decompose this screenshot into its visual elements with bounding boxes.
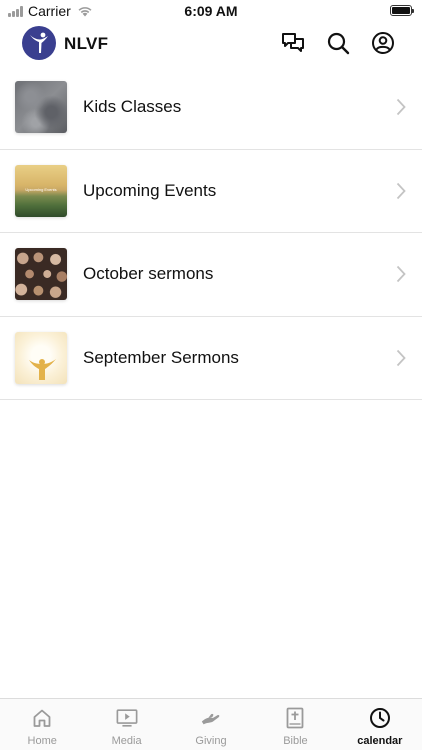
tab-home[interactable]: Home [0,699,84,750]
chevron-right-icon [396,265,406,283]
october-sermons-thumbnail [15,248,67,300]
app-header: NLVF [0,22,422,66]
list-item-label: October sermons [83,264,214,283]
chat-button[interactable] [280,30,306,56]
tab-giving[interactable]: Giving [169,699,253,750]
clock-icon [369,707,391,729]
chat-icon [282,33,304,52]
app-title: NLVF [64,34,109,53]
tab-bible[interactable]: Bible [253,699,337,750]
bible-icon [284,707,306,729]
list-item[interactable]: Kids Classes [0,66,422,150]
account-icon [372,32,394,54]
battery-icon [390,5,414,16]
list-item-label: September Sermons [83,347,239,367]
home-icon [31,707,53,729]
list-item-label: Upcoming Events [83,180,217,200]
tab-bar: Home Media Giving Bible calendar [0,698,422,750]
account-button[interactable] [370,30,396,56]
upcoming-events-thumbnail: Upcoming Events [15,164,67,217]
tab-label: Media [111,735,142,747]
tab-calendar[interactable]: calendar [338,699,422,750]
kids-classes-thumbnail [15,81,67,133]
thumbnail-caption: Upcoming Events [25,186,57,192]
tab-label: Giving [195,735,227,747]
tab-label: Bible [283,735,308,747]
status-time: 6:09 AM [184,3,238,19]
chevron-right-icon [396,98,406,116]
list-item-label: Kids Classes [83,97,182,116]
chevron-right-icon [396,349,406,366]
media-icon [116,707,138,729]
search-button[interactable] [325,30,351,56]
september-sermons-thumbnail [15,331,67,384]
chevron-right-icon [396,182,406,199]
logo-figure-icon [30,32,48,53]
status-bar: Carrier 6:09 AM [0,0,422,22]
tab-label: calendar [357,735,403,747]
tab-label: Home [27,735,57,747]
list-item[interactable]: Upcoming Events Upcoming Events [0,150,422,233]
list-item[interactable]: September Sermons [0,317,422,400]
giving-icon [200,707,222,729]
list-item[interactable]: October sermons [0,233,422,317]
raised-hands-figure-icon [29,358,56,380]
content-list: Kids Classes Upcoming Events Upcoming Ev… [0,66,422,400]
app-logo [22,26,56,60]
tab-media[interactable]: Media [84,699,168,750]
search-icon [327,32,350,55]
